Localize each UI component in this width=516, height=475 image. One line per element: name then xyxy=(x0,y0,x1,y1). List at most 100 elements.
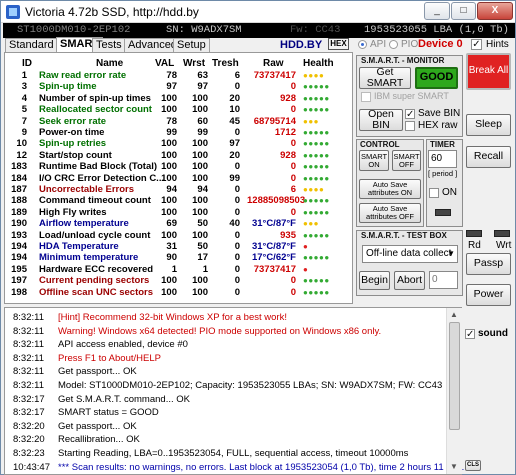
attr-tresh: 99 xyxy=(229,172,240,184)
maximize-button[interactable]: □ xyxy=(451,2,476,20)
attr-tresh: 0 xyxy=(234,263,240,275)
test-mode-select[interactable]: Off-line data collect ▼ xyxy=(362,245,458,263)
attr-wrst: 100 xyxy=(192,92,208,104)
attr-val: 78 xyxy=(166,115,177,127)
table-row[interactable]: 12 Start/stop count 100 100 20 928 ●●●●● xyxy=(5,150,352,161)
drive-serial: SN: W9ADX7SM xyxy=(166,24,242,36)
attr-name: Offline scan UNC sectors xyxy=(39,286,154,298)
autosave-on-button[interactable]: Auto Save attributes ON xyxy=(359,179,421,199)
attr-raw: 0 xyxy=(290,206,296,218)
table-row[interactable]: 188 Command timeout count 100 100 0 128850985… xyxy=(5,195,352,206)
attr-wrst: 100 xyxy=(192,104,208,116)
smart-status-good: GOOD xyxy=(415,67,458,89)
table-row[interactable]: 10 Spin-up retries 100 100 97 0 ●●●●● xyxy=(5,138,352,149)
attr-id: 12 xyxy=(16,149,27,161)
get-smart-button[interactable]: Get SMART xyxy=(359,66,411,89)
attr-id: 187 xyxy=(11,184,27,195)
table-row[interactable]: 197 Current pending sectors 100 100 0 0 ●●●●● xyxy=(5,275,352,286)
log-scrollbar[interactable]: ▲ ▼ xyxy=(446,308,462,474)
save-bin-checkbox[interactable]: ✓ xyxy=(405,109,415,120)
timer-on-checkbox[interactable] xyxy=(429,188,439,198)
timer-input[interactable]: 60 xyxy=(428,150,457,168)
recall-button[interactable]: Recall xyxy=(466,146,511,168)
attr-health: ●●● xyxy=(303,219,319,229)
table-row[interactable]: 184 I/O CRC Error Detection C... 100 100 99 0… xyxy=(5,173,352,184)
smart-off-button[interactable]: SMART OFF xyxy=(392,150,421,171)
attr-health: ●●●● xyxy=(303,185,325,194)
attr-health: ● xyxy=(303,264,309,274)
table-row[interactable]: 193 Load/unload cycle count 100 100 0 935 ●●●●… xyxy=(5,230,352,241)
passp-button[interactable]: Passp xyxy=(466,253,511,275)
attr-val: 100 xyxy=(161,286,177,298)
sound-checkbox[interactable]: ✓ xyxy=(465,329,475,340)
api-radio[interactable] xyxy=(358,40,367,49)
smart-on-button[interactable]: SMART ON xyxy=(359,150,389,171)
table-row[interactable]: 187 Uncorrectable Errors 94 94 0 6 ●●●● xyxy=(5,184,352,195)
attr-health: ●●●●● xyxy=(303,230,330,240)
table-row[interactable]: 190 Airflow temperature 69 50 40 31°C/87°F ●●● xyxy=(5,218,352,229)
table-row[interactable]: 194 Minimum temperature 90 17 0 17°C/62°F ●●●●… xyxy=(5,252,352,263)
attr-id: 197 xyxy=(11,275,27,287)
table-row[interactable]: 4 Number of spin-up times 100 100 20 928 ●●●●● xyxy=(5,93,352,104)
attr-val: 69 xyxy=(166,218,177,230)
pio-radio[interactable] xyxy=(389,40,398,49)
attr-raw: 31°C/87°F xyxy=(251,241,296,252)
attr-wrst: 63 xyxy=(197,70,208,81)
attr-id: 194 xyxy=(11,252,27,264)
drive-model: ST1000DM010-2EP102 xyxy=(17,24,131,36)
attr-raw: 17°C/62°F xyxy=(251,252,296,264)
attr-tresh: 40 xyxy=(229,218,240,230)
scroll-down-icon[interactable]: ▼ xyxy=(450,462,458,471)
hex-raw-checkbox[interactable] xyxy=(405,121,415,131)
hex-raw-label: HEX raw xyxy=(418,120,458,131)
tab-setup[interactable]: Setup xyxy=(173,38,210,52)
table-row[interactable]: 194 HDA Temperature 31 50 0 31°C/87°F ● xyxy=(5,241,352,252)
log-time: 10:43:47 xyxy=(13,461,50,473)
scroll-up-icon[interactable]: ▲ xyxy=(450,310,458,319)
table-row[interactable]: 198 Offline scan UNC sectors 100 100 0 0 ●●●●● xyxy=(5,287,352,298)
tab-standard[interactable]: Standard xyxy=(5,38,58,52)
autosave-off-button[interactable]: Auto Save attributes OFF xyxy=(359,203,421,223)
begin-button[interactable]: Begin xyxy=(359,271,390,290)
attr-wrst: 97 xyxy=(197,81,208,93)
open-bin-button[interactable]: Open BIN xyxy=(359,108,403,131)
attr-tresh: 10 xyxy=(229,104,240,116)
break-all-button[interactable]: Break All xyxy=(466,53,511,90)
header-health: Health xyxy=(303,58,334,69)
table-row[interactable]: 183 Runtime Bad Block (Total) 100 100 0 0 ●●●●… xyxy=(5,161,352,172)
power-button[interactable]: Power xyxy=(466,284,511,306)
table-row[interactable]: 3 Spin-up time 97 97 0 0 ●●●●● xyxy=(5,81,352,92)
attr-health: ●●●●● xyxy=(303,287,330,297)
tab-tests[interactable]: Tests xyxy=(92,38,126,52)
scroll-thumb[interactable] xyxy=(449,322,460,430)
attr-wrst: 1 xyxy=(202,263,208,275)
attr-name: Number of spin-up times xyxy=(39,92,151,104)
attr-id: 195 xyxy=(11,263,27,275)
api-label: API xyxy=(370,39,387,50)
table-row[interactable]: 189 High Fly writes 100 100 0 0 ●●●●● xyxy=(5,207,352,218)
close-button[interactable]: X xyxy=(477,2,513,20)
attr-raw: 0 xyxy=(290,172,296,184)
device-label[interactable]: Device 0 xyxy=(418,38,463,50)
attr-raw: 928 xyxy=(280,149,296,161)
attr-wrst: 100 xyxy=(192,286,208,298)
table-row[interactable]: 195 Hardware ECC recovered 1 1 0 73737417 ● xyxy=(5,264,352,275)
test-number-input[interactable]: 0 xyxy=(429,271,458,289)
attr-health: ●●●●● xyxy=(303,253,330,263)
cls-button[interactable]: CLS xyxy=(465,460,481,471)
app-window: Victoria 4.72b SSD, http://hdd.by _ □ X … xyxy=(0,0,516,475)
hddby-link[interactable]: HDD.BY xyxy=(280,39,322,51)
minimize-button[interactable]: _ xyxy=(424,2,450,20)
hints-checkbox[interactable]: ✓ xyxy=(471,39,482,50)
ibm-super-smart-checkbox[interactable] xyxy=(361,92,371,102)
attr-raw: 0 xyxy=(290,138,296,150)
abort-button[interactable]: Abort xyxy=(394,271,425,290)
table-row[interactable]: 9 Power-on time 99 99 0 1712 ●●●●● xyxy=(5,127,352,138)
hex-button[interactable]: HEX xyxy=(328,38,349,50)
attr-wrst: 50 xyxy=(197,241,208,252)
table-row[interactable]: 5 Reallocated sector count 100 100 10 0 ●●●●● xyxy=(5,104,352,115)
attr-raw: 0 xyxy=(290,275,296,287)
table-row[interactable]: 7 Seek error rate 78 60 45 68795714 ●●● xyxy=(5,116,352,127)
sleep-button[interactable]: Sleep xyxy=(466,114,511,136)
table-row[interactable]: 1 Raw read error rate 78 63 6 73737417 ●●●● xyxy=(5,70,352,81)
